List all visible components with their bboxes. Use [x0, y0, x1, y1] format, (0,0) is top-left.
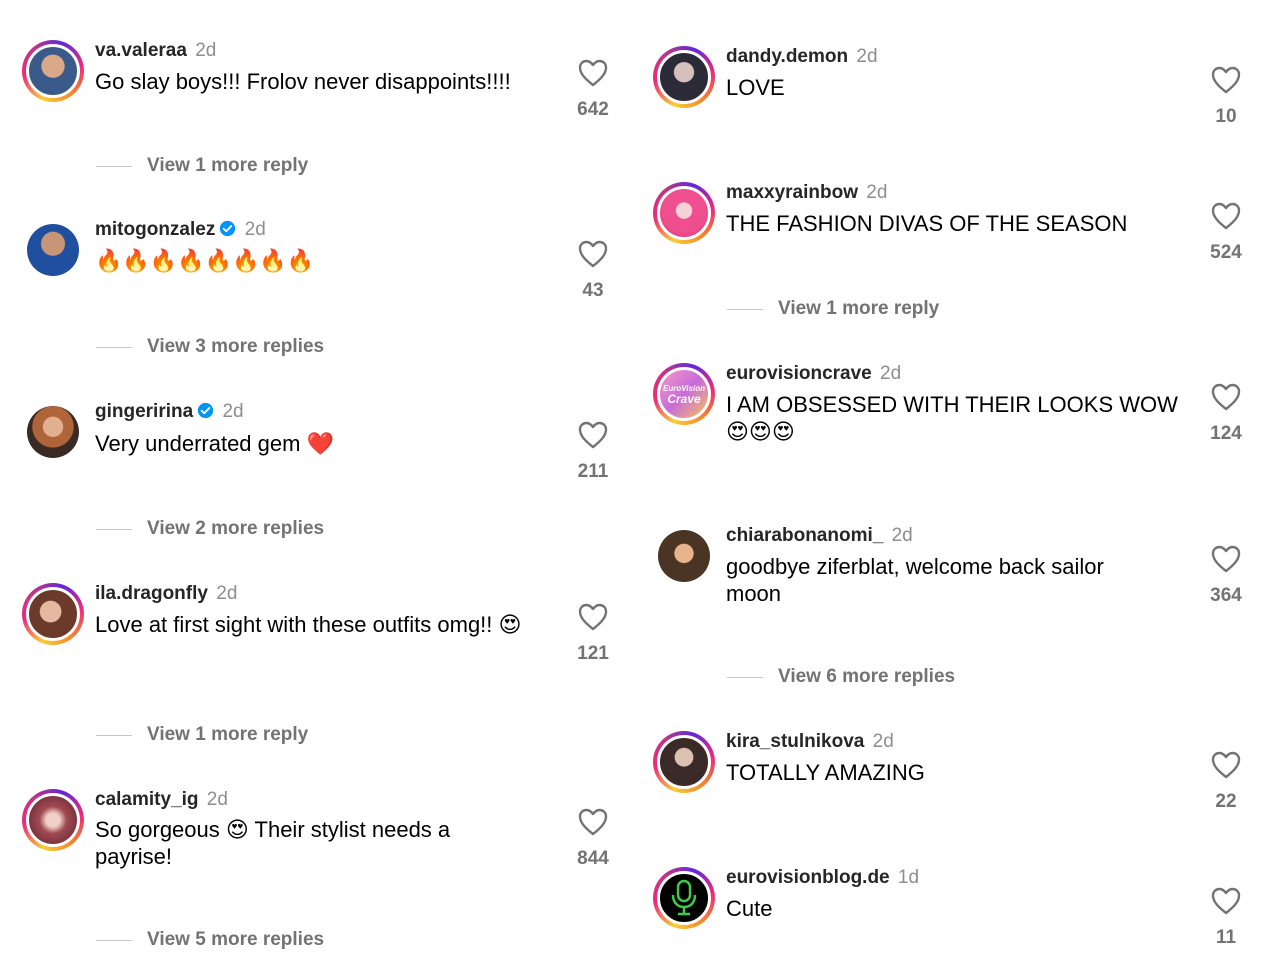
- heart-outline-icon[interactable]: [1211, 751, 1241, 779]
- comment-text: LOVE: [726, 75, 785, 100]
- username[interactable]: chiarabonanomi_: [726, 525, 883, 546]
- username[interactable]: dandy.demon: [726, 46, 848, 67]
- heart-outline-icon[interactable]: [1211, 887, 1241, 915]
- avatar[interactable]: [653, 46, 715, 108]
- like-count: 642: [577, 99, 609, 120]
- view-replies-label: View 2 more replies: [147, 518, 325, 539]
- view-replies-label: View 3 more replies: [147, 336, 325, 357]
- comment-text: THE FASHION DIVAS OF THE SEASON: [726, 211, 1128, 236]
- divider: [727, 676, 763, 678]
- username[interactable]: eurovisioncrave: [726, 363, 872, 384]
- comment-text: TOTALLY AMAZING: [726, 760, 925, 785]
- username[interactable]: ila.dragonfly: [95, 583, 208, 604]
- heart-outline-icon[interactable]: [1211, 545, 1241, 573]
- view-replies-button[interactable]: View 6 more replies: [727, 665, 955, 689]
- view-replies-button[interactable]: View 1 more reply: [96, 723, 308, 747]
- heart-outline-icon[interactable]: [1211, 202, 1241, 230]
- timestamp: 2d: [891, 525, 913, 546]
- comment-text: So gorgeous 😍 Their stylist needs a payr…: [95, 817, 451, 869]
- view-replies-label: View 1 more reply: [147, 724, 309, 745]
- divider: [96, 165, 132, 167]
- divider: [727, 308, 763, 310]
- avatar-logo-text: Crave: [667, 392, 701, 406]
- comment-text: Love at first sight with these outfits o…: [95, 612, 522, 637]
- heart-outline-icon[interactable]: [578, 603, 608, 631]
- like-count: 364: [1210, 585, 1242, 606]
- avatar[interactable]: [653, 525, 715, 587]
- avatar[interactable]: [22, 401, 84, 463]
- comment-text: Cute: [726, 896, 773, 921]
- like-count: 121: [577, 643, 609, 664]
- view-replies-label: View 1 more reply: [778, 298, 940, 319]
- view-replies-button[interactable]: View 1 more reply: [96, 154, 308, 178]
- divider: [96, 939, 132, 941]
- heart-outline-icon[interactable]: [578, 421, 608, 449]
- username[interactable]: va.valeraa: [95, 40, 187, 61]
- view-replies-button[interactable]: View 1 more reply: [727, 297, 939, 321]
- heart-outline-icon[interactable]: [578, 808, 608, 836]
- timestamp: 2d: [216, 583, 238, 604]
- like-count: 22: [1215, 791, 1237, 812]
- comment-text: Very underrated gem ❤️: [95, 431, 334, 456]
- verified-badge-icon: [220, 220, 236, 237]
- heart-outline-icon[interactable]: [1211, 383, 1241, 411]
- divider: [96, 346, 132, 348]
- heart-outline-icon[interactable]: [578, 240, 608, 268]
- username[interactable]: eurovisionblog.de: [726, 867, 890, 888]
- username[interactable]: calamity_ig: [95, 789, 199, 810]
- view-replies-label: View 6 more replies: [778, 666, 956, 687]
- timestamp: 2d: [866, 182, 888, 203]
- like-count: 844: [577, 848, 609, 869]
- like-count: 524: [1210, 242, 1242, 263]
- like-count: 43: [582, 280, 604, 301]
- view-replies-label: View 5 more replies: [147, 929, 325, 950]
- heart-outline-icon[interactable]: [1211, 66, 1241, 94]
- timestamp: 2d: [206, 789, 228, 810]
- divider: [96, 528, 132, 530]
- divider: [96, 734, 132, 736]
- heart-outline-icon[interactable]: [578, 59, 608, 87]
- timestamp: 2d: [222, 401, 244, 422]
- verified-badge-icon: [198, 402, 214, 419]
- timestamp: 2d: [856, 46, 878, 67]
- view-replies-button[interactable]: View 5 more replies: [96, 928, 324, 952]
- timestamp: 2d: [195, 40, 217, 61]
- avatar[interactable]: [22, 40, 84, 102]
- username[interactable]: mitogonzalez: [95, 219, 215, 240]
- like-count: 10: [1215, 106, 1237, 127]
- like-count: 124: [1210, 423, 1242, 444]
- avatar[interactable]: [653, 867, 715, 929]
- avatar[interactable]: [22, 583, 84, 645]
- microphone-icon: [671, 879, 697, 916]
- view-replies-button[interactable]: View 2 more replies: [96, 517, 324, 541]
- avatar[interactable]: EuroVision Crave: [653, 363, 715, 425]
- timestamp: 2d: [880, 363, 902, 384]
- avatar[interactable]: [653, 182, 715, 244]
- comment-text: 🔥🔥🔥🔥🔥🔥🔥🔥: [95, 249, 315, 274]
- like-count: 11: [1215, 927, 1237, 948]
- comment-text: Go slay boys!!! Frolov never disappoints…: [95, 69, 511, 94]
- avatar[interactable]: [22, 789, 84, 851]
- username[interactable]: kira_stulnikova: [726, 731, 864, 752]
- like-count: 211: [577, 461, 609, 482]
- comment-text: I AM OBSESSED WITH THEIR LOOKS WOW 😍😍😍: [726, 392, 1178, 444]
- timestamp: 2d: [872, 731, 894, 752]
- avatar[interactable]: [22, 219, 84, 281]
- avatar[interactable]: [653, 731, 715, 793]
- timestamp: 1d: [897, 867, 920, 888]
- timestamp: 2d: [244, 219, 266, 240]
- view-replies-label: View 1 more reply: [147, 155, 309, 176]
- username[interactable]: maxxyrainbow: [726, 182, 858, 203]
- comment-text: goodbye ziferblat, welcome back sailor m…: [726, 554, 1104, 606]
- view-replies-button[interactable]: View 3 more replies: [96, 335, 324, 359]
- username[interactable]: gingeririna: [95, 401, 193, 422]
